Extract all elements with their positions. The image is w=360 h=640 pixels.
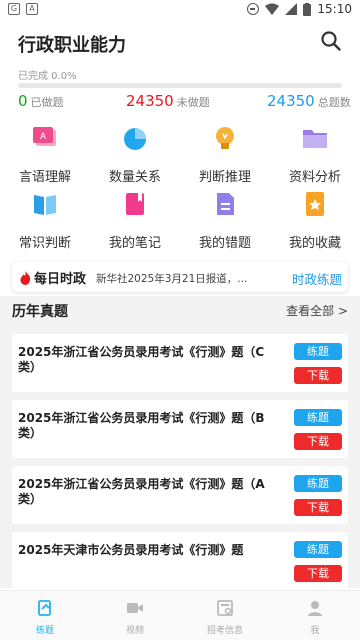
- progress-bar: [18, 83, 342, 88]
- tab-me[interactable]: 我: [270, 599, 360, 636]
- stat-undone: 24350 未做题: [126, 92, 210, 110]
- stats-row: 0 已做题 24350 未做题 24350 总题数: [0, 92, 360, 114]
- past-exams-header: 历年真题 查看全部 >: [0, 296, 360, 324]
- stat-undone-value: 24350: [126, 92, 174, 110]
- download-button[interactable]: 下载: [294, 565, 342, 582]
- category-favorites[interactable]: 我的收藏: [270, 188, 360, 252]
- pie-chart-icon: [124, 128, 146, 150]
- status-time: 15:10: [317, 2, 352, 16]
- g-icon: G: [8, 3, 20, 15]
- signal-icon: [285, 3, 298, 15]
- practice-icon: [38, 600, 51, 616]
- bookmark-star-icon: [306, 192, 324, 216]
- practice-button[interactable]: 练题: [294, 541, 342, 558]
- stat-total-value: 24350: [267, 92, 315, 110]
- current-affairs-practice-link[interactable]: 时政练题: [292, 269, 342, 288]
- paper-title: 2025年天津市公务员录用考试《行测》题: [18, 543, 244, 557]
- stat-total-label: 总题数: [317, 96, 351, 109]
- user-icon: [308, 601, 322, 616]
- category-notes[interactable]: 我的笔记: [90, 188, 180, 252]
- language-icon: A: [33, 127, 56, 146]
- stat-done-label: 已做题: [30, 96, 64, 109]
- tab-label: 我: [310, 626, 320, 636]
- section-title: 历年真题: [12, 304, 68, 320]
- book-icon: [34, 195, 56, 215]
- category-common-sense[interactable]: 常识判断: [0, 188, 90, 252]
- tab-video[interactable]: 视频: [90, 599, 180, 636]
- notebook-icon: [126, 193, 144, 215]
- tab-exam-info[interactable]: 招考信息: [180, 599, 270, 636]
- category-label: 常识判断: [18, 236, 71, 251]
- paper-card[interactable]: 2025年天津市公务员录用考试《行测》题 练题 下载: [12, 532, 348, 588]
- video-icon: [127, 603, 143, 613]
- paper-card[interactable]: 2025年浙江省公务员录用考试《行测》题（C类） 练题 下载: [12, 334, 348, 392]
- progress-label: 已完成 0.0%: [18, 71, 77, 82]
- category-quantity[interactable]: 数量关系: [90, 122, 180, 186]
- practice-button[interactable]: 练题: [294, 409, 342, 426]
- category-mistakes[interactable]: 我的错题: [180, 188, 270, 252]
- stat-undone-label: 未做题: [176, 96, 210, 109]
- search-icon: [321, 31, 341, 51]
- daily-news-text[interactable]: 新华社2025年3月21日报道，...: [96, 271, 276, 286]
- battery-icon: [303, 2, 312, 16]
- folder-icon: [303, 130, 327, 148]
- category-data-analysis[interactable]: 资料分析: [270, 122, 360, 186]
- stat-total: 24350 总题数: [267, 92, 351, 110]
- document-icon: [217, 193, 234, 215]
- category-language[interactable]: A 言语理解: [0, 122, 90, 186]
- download-button[interactable]: 下载: [294, 433, 342, 450]
- category-label: 资料分析: [288, 170, 341, 185]
- svg-text:A: A: [40, 131, 46, 141]
- tab-label: 招考信息: [206, 626, 243, 636]
- daily-news-tag: 每日时政: [20, 268, 86, 287]
- paper-card[interactable]: 2025年浙江省公务员录用考试《行测》题（B类） 练题 下载: [12, 400, 348, 458]
- page-title: 行政职业能力: [18, 35, 126, 56]
- dnd-icon: [247, 3, 260, 15]
- a-icon: A: [26, 3, 38, 15]
- practice-button[interactable]: 练题: [294, 343, 342, 360]
- paper-list[interactable]: 2025年浙江省公务员录用考试《行测》题（C类） 练题 下载 2025年浙江省公…: [0, 324, 360, 588]
- bottom-tab-bar: 练题 视频 招考信息 我: [0, 590, 360, 640]
- app-header: 行政职业能力: [0, 26, 360, 62]
- category-label: 我的错题: [198, 236, 251, 251]
- category-label: 判断推理: [198, 170, 251, 185]
- daily-news-bar[interactable]: 每日时政 新华社2025年3月21日报道，... 时政练题: [12, 262, 348, 292]
- stat-done-value: 0: [18, 92, 28, 110]
- paper-title: 2025年浙江省公务员录用考试《行测》题（C类）: [18, 345, 265, 374]
- category-label: 我的收藏: [288, 236, 341, 251]
- status-bar: G A 15:10: [0, 0, 360, 20]
- stat-done: 0 已做题: [18, 92, 64, 110]
- wifi-icon: [265, 3, 280, 15]
- paper-card[interactable]: 2025年浙江省公务员录用考试《行测》题（A类） 练题 下载: [12, 466, 348, 524]
- fire-icon: [20, 270, 31, 285]
- practice-button[interactable]: 练题: [294, 475, 342, 492]
- category-label: 数量关系: [108, 170, 161, 185]
- news-icon: [217, 600, 233, 616]
- download-button[interactable]: 下载: [294, 367, 342, 384]
- paper-title: 2025年浙江省公务员录用考试《行测》题（A类）: [18, 477, 265, 506]
- download-button[interactable]: 下载: [294, 499, 342, 516]
- paper-title: 2025年浙江省公务员录用考试《行测》题（B类）: [18, 411, 265, 440]
- search-button[interactable]: [320, 30, 344, 54]
- tab-label: 视频: [125, 626, 144, 636]
- category-grid: A 言语理解 数量关系 判断推理 资料分析 常识判断 我的笔记 我的错题 我的收…: [0, 122, 360, 252]
- lightbulb-icon: [216, 127, 234, 149]
- tab-label: 练题: [35, 626, 54, 636]
- category-label: 我的笔记: [108, 236, 161, 251]
- tab-practice[interactable]: 练题: [0, 599, 90, 636]
- category-label: 言语理解: [18, 170, 71, 185]
- category-reasoning[interactable]: 判断推理: [180, 122, 270, 186]
- view-all-link[interactable]: 查看全部 >: [286, 302, 348, 319]
- daily-news-title: 每日时政: [34, 272, 87, 287]
